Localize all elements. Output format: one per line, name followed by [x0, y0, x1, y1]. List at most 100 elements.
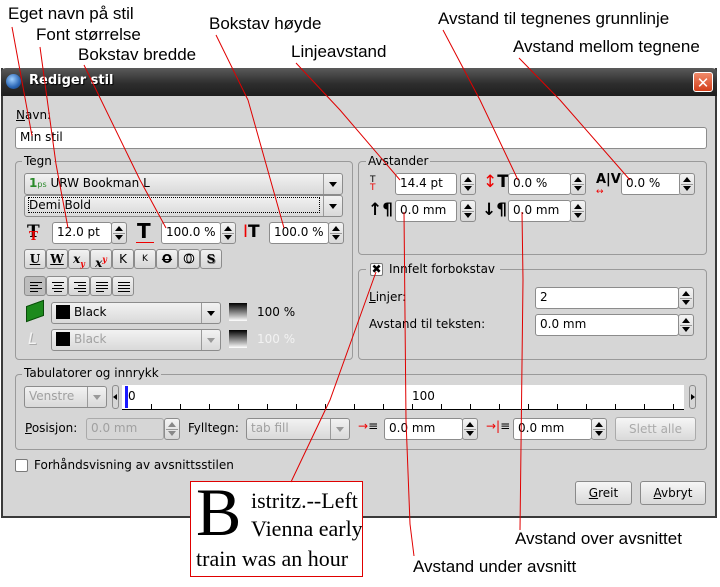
- tab-alignment-select[interactable]: Venstre: [24, 386, 107, 408]
- ruler-tick: [441, 404, 442, 409]
- font-family-value: URW Bookman L: [50, 176, 150, 190]
- fill-color-value: Black: [74, 305, 107, 319]
- position-label: Posisjon:: [25, 421, 78, 435]
- line-spacing-icon: TT: [370, 175, 376, 193]
- close-icon[interactable]: ✕: [693, 72, 713, 92]
- stroke-color-select[interactable]: Black: [51, 329, 221, 351]
- name-label: Navn:: [16, 108, 52, 122]
- fill-char-label: Fylltegn:: [188, 421, 239, 435]
- annotation-font-size: Font størrelse: [36, 25, 141, 44]
- drop-cap-lines-input[interactable]: 2: [535, 287, 679, 309]
- ruler-tick: [325, 404, 326, 409]
- paragraph-preview-checkbox[interactable]: [15, 459, 28, 472]
- stroke-shade-value[interactable]: 100 %: [257, 332, 295, 346]
- align-right-button[interactable]: [68, 276, 90, 296]
- small-caps-button[interactable]: K: [134, 249, 156, 269]
- ruler-scroll-left-button[interactable]: [112, 385, 119, 409]
- paragraph-preview-label: Forhåndsvisning av avsnittsstilen: [34, 458, 234, 472]
- baseline-offset-input[interactable]: 0.0 %: [508, 173, 571, 195]
- annotation-baseline: Avstand til tegnenes grunnlinje: [438, 9, 670, 28]
- ruler-tick: [470, 404, 471, 409]
- fill-color-select[interactable]: Black: [51, 302, 221, 324]
- title-bar[interactable]: Rediger stil ✕: [1, 68, 717, 96]
- chevron-down-icon[interactable]: [201, 330, 220, 350]
- annotation-space-below: Avstand under avsnitt: [413, 557, 577, 576]
- drop-cap-distance-input[interactable]: 0.0 mm: [535, 314, 679, 336]
- left-indent-input[interactable]: 0.0 mm: [513, 418, 592, 440]
- chevron-down-icon[interactable]: [201, 303, 220, 323]
- first-line-indent-icon: →≡: [358, 419, 379, 433]
- space-above-input[interactable]: 0.0 mm: [395, 200, 457, 222]
- color-swatch: [56, 305, 70, 319]
- tab-position-input[interactable]: 0.0 mm: [86, 418, 164, 440]
- dialog-title: Rediger stil: [29, 73, 114, 88]
- annotation-line-spacing: Linjeavstand: [291, 42, 387, 61]
- font-style-select[interactable]: Demi Bold: [24, 195, 343, 217]
- all-caps-button[interactable]: K: [112, 249, 134, 269]
- ok-button[interactable]: Greit: [575, 481, 632, 505]
- word-underline-button[interactable]: W: [46, 249, 68, 269]
- ruler-label-mid: 100: [412, 389, 435, 403]
- delete-all-tabs-button[interactable]: Slett alle: [615, 417, 696, 441]
- baseline-offset-spinner[interactable]: [570, 173, 586, 195]
- drop-cap-label: Innfelt forbokstav: [389, 262, 496, 276]
- char-width-icon: T: [136, 219, 154, 243]
- tab-position-spinner[interactable]: [164, 418, 180, 440]
- left-indent-icon: →|≡: [486, 419, 511, 433]
- tracking-input[interactable]: 0.0 %: [621, 173, 681, 195]
- underline-button[interactable]: U: [24, 249, 46, 269]
- ruler-tick: [354, 404, 355, 409]
- space-below-input[interactable]: 0.0 mm: [508, 200, 571, 222]
- annotation-char-height: Bokstav høyde: [209, 14, 322, 33]
- font-type-badge: ps: [37, 180, 47, 189]
- space-below-spinner[interactable]: [570, 200, 586, 222]
- shadow-button[interactable]: S: [200, 249, 222, 269]
- line-spacing-spinner[interactable]: [460, 173, 476, 195]
- outline-button[interactable]: O: [178, 249, 200, 269]
- fill-char-select[interactable]: tab fill: [246, 418, 350, 440]
- drop-cap-checkbox[interactable]: ✖: [370, 263, 383, 276]
- chevron-down-icon[interactable]: [323, 174, 342, 194]
- font-size-input[interactable]: 12.0 pt: [52, 222, 112, 244]
- ruler-label-start: 0: [128, 389, 136, 403]
- space-above-spinner[interactable]: [460, 200, 476, 222]
- drop-cap-lines-label: Linjer:: [369, 290, 407, 304]
- char-height-spinner[interactable]: [328, 222, 344, 244]
- tracking-icon: A|V ↔: [596, 172, 621, 197]
- superscript-button[interactable]: xy: [90, 249, 112, 270]
- first-line-indent-input[interactable]: 0.0 mm: [384, 418, 463, 440]
- align-justify-button[interactable]: [90, 276, 112, 296]
- tab-ruler[interactable]: 0 100: [122, 385, 684, 410]
- chevron-down-icon[interactable]: [330, 419, 349, 439]
- baseline-offset-icon: ↕T: [483, 172, 509, 192]
- fill-shade-value[interactable]: 100 %: [257, 305, 295, 319]
- chevron-down-icon[interactable]: [87, 387, 106, 407]
- line-spacing-input[interactable]: 14.4 pt: [395, 173, 457, 195]
- font-size-spinner[interactable]: [111, 222, 127, 244]
- font-size-icon: TT: [27, 222, 40, 243]
- char-width-input[interactable]: 100.0 %: [161, 222, 221, 244]
- ruler-tick: [151, 404, 152, 409]
- font-family-select[interactable]: 1ps URW Bookman L: [24, 173, 343, 195]
- annotation-char-width: Bokstav bredde: [78, 45, 197, 64]
- first-line-indent-spinner[interactable]: [462, 418, 478, 440]
- char-width-spinner[interactable]: [220, 222, 236, 244]
- style-name-input[interactable]: Min stil: [15, 127, 707, 149]
- strikethrough-button[interactable]: O: [156, 249, 178, 269]
- cancel-button[interactable]: Avbryt: [640, 481, 706, 505]
- ruler-scroll-right-button[interactable]: [689, 385, 696, 409]
- char-height-input[interactable]: 100.0 %: [269, 222, 329, 244]
- chevron-down-icon[interactable]: [323, 196, 342, 216]
- align-left-button[interactable]: [24, 276, 46, 296]
- drop-cap-distance-spinner[interactable]: [678, 314, 694, 336]
- tracking-spinner[interactable]: [679, 173, 695, 195]
- subscript-button[interactable]: xy: [68, 249, 90, 269]
- align-center-button[interactable]: [46, 276, 68, 296]
- preview-drop-cap: B: [196, 481, 242, 550]
- align-force-justify-button[interactable]: [112, 276, 134, 296]
- left-indent-spinner[interactable]: [591, 418, 607, 440]
- drop-cap-lines-spinner[interactable]: [678, 287, 694, 309]
- ruler-tick: [238, 404, 239, 409]
- preview-line-1: istritz.--Left: [251, 488, 358, 513]
- fill-shade-gradient-icon: [229, 303, 247, 321]
